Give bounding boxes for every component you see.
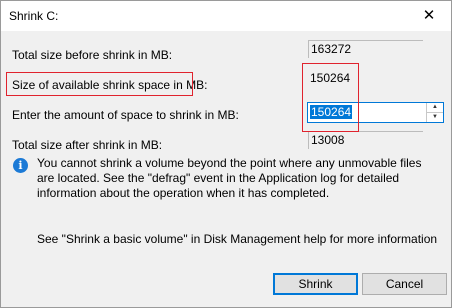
cancel-button[interactable]: Cancel [362,273,447,295]
shrink-button[interactable]: Shrink [273,273,358,295]
shrink-amount-spinner: ▲ ▼ [426,103,443,122]
total-after-value: 13008 [308,131,423,149]
info-message: You cannot shrink a volume beyond the po… [37,156,422,200]
dialog-title: Shrink C: [9,9,59,23]
value-highlight [302,63,359,132]
spin-down-button[interactable]: ▼ [427,113,443,122]
shrink-dialog: Shrink C: ✕ Total size before shrink in … [0,0,452,308]
close-button[interactable]: ✕ [407,1,451,31]
total-before-label: Total size before shrink in MB: [12,48,173,62]
title-bar: Shrink C: ✕ [1,1,451,31]
help-message: See "Shrink a basic volume" in Disk Mana… [37,232,438,246]
total-after-label: Total size after shrink in MB: [12,138,163,152]
info-icon: i [13,158,28,173]
spin-up-button[interactable]: ▲ [427,103,443,113]
total-before-value: 163272 [308,40,423,58]
available-label-highlight [6,72,193,96]
shrink-amount-label: Enter the amount of space to shrink in M… [12,108,239,122]
